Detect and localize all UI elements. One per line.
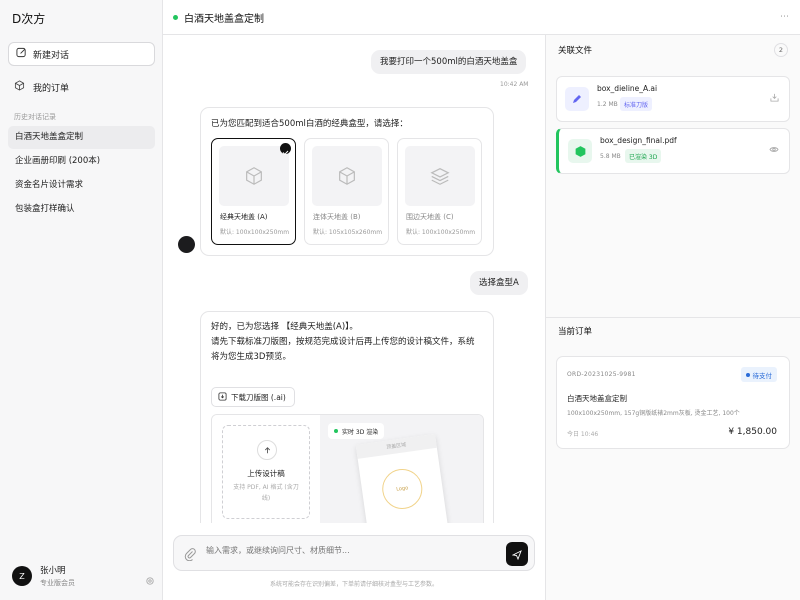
bot-message-text: 已为您匹配到适合500ml白酒的经典盒型，请选择： bbox=[211, 119, 408, 129]
user-profile[interactable]: Z 张小明 专业版会员 bbox=[12, 565, 155, 587]
sidebar: D次方 新建对话 我的订单 历史对话记录 白酒天地盖盒定制 企业画册印刷 (20… bbox=[0, 0, 163, 600]
order-price: ¥ 1,850.00 bbox=[728, 427, 777, 437]
upload-subtitle: 支持 PDF, AI 格式 (含刀线) bbox=[233, 484, 299, 502]
box-option-name: 连体天地盖 (B) bbox=[313, 213, 361, 221]
box-option-image bbox=[405, 146, 475, 206]
input-hint: 系统可能会存在识别偏差，下单前请仔细核对盒型与工艺参数。 bbox=[269, 581, 438, 588]
order-number: ORD-20231025-9981 bbox=[567, 371, 636, 378]
box-icon bbox=[14, 80, 25, 94]
order-card[interactable]: ORD-20231025-9981 待支付 白酒天地盖盒定制 100x100x2… bbox=[556, 356, 790, 449]
status-label: 待支付 bbox=[752, 371, 773, 380]
my-orders-link[interactable]: 我的订单 bbox=[14, 80, 69, 94]
brand-logo[interactable]: D次方 bbox=[12, 10, 45, 27]
box-3d-model: 顶盖区域 Logo bbox=[355, 433, 449, 523]
order-time: 今日 10:46 bbox=[567, 431, 599, 438]
file-size: 5.8 MB bbox=[600, 153, 621, 160]
more-icon[interactable]: ⋯ bbox=[780, 12, 790, 22]
bot-message: 好的，已为您选择 【经典天地盖(A)】。 请先下载标准刀版图，按规范完成设计后再… bbox=[200, 311, 494, 523]
chat-input[interactable] bbox=[206, 546, 496, 555]
file-name: box_design_final.pdf bbox=[600, 136, 677, 145]
box-option-dims: 默认: 100x100x250mm bbox=[406, 229, 476, 236]
cube-icon bbox=[246, 167, 262, 185]
paperclip-icon[interactable] bbox=[184, 546, 196, 565]
history-title: 历史对话记录 bbox=[14, 113, 56, 121]
file-tag: 已渲染 3D bbox=[625, 149, 662, 163]
chat-input-bar bbox=[173, 535, 535, 571]
download-label: 下载刀版图 (.ai) bbox=[231, 392, 286, 402]
page-title: 白酒天地盖盒定制 bbox=[184, 13, 264, 25]
download-icon bbox=[218, 391, 227, 403]
design-workspace: 上传设计稿 支持 PDF, AI 格式 (含刀线) 实时 3D 渲染 顶盖区域 … bbox=[211, 414, 484, 523]
3d-preview[interactable]: 实时 3D 渲染 顶盖区域 Logo bbox=[320, 415, 483, 523]
user-role: 专业版会员 bbox=[40, 579, 75, 587]
status-badge: 待支付 bbox=[740, 367, 777, 382]
order-product: 白酒天地盖盒定制 bbox=[567, 394, 627, 403]
chat-header: 白酒天地盖盒定制 ⋯ bbox=[163, 0, 800, 35]
history-item[interactable]: 白酒天地盖盒定制 bbox=[8, 126, 155, 149]
box-option-image bbox=[219, 146, 289, 206]
file-size: 1.2 MB bbox=[597, 101, 618, 108]
user-name: 张小明 bbox=[40, 566, 66, 576]
upload-title: 上传设计稿 bbox=[247, 469, 285, 478]
app-root: D次方 新建对话 我的订单 历史对话记录 白酒天地盖盒定制 企业画册印刷 (20… bbox=[0, 0, 800, 600]
box-option-dims: 默认: 100x100x250mm bbox=[220, 229, 290, 236]
right-panel: 关联文件 2 box_dieline_A.ai 1.2 MB 标准刀版 box_… bbox=[545, 35, 800, 600]
render-badge: 实时 3D 渲染 bbox=[328, 423, 385, 439]
download-icon[interactable] bbox=[770, 87, 779, 106]
box-logo: Logo bbox=[379, 466, 425, 512]
bot-avatar-icon bbox=[178, 236, 195, 253]
render-badge-label: 实时 3D 渲染 bbox=[342, 428, 379, 436]
status-dot bbox=[334, 429, 338, 433]
upload-icon bbox=[257, 440, 277, 460]
file-tag: 标准刀版 bbox=[620, 97, 653, 111]
history-list: 白酒天地盖盒定制 企业画册印刷 (200本) 资金名片设计需求 包装盒打样确认 bbox=[8, 126, 155, 222]
send-button[interactable] bbox=[506, 542, 528, 566]
chat-area: 我要打印一个500ml的白酒天地盖盒 10:42 AM 已为您匹配到适合500m… bbox=[163, 35, 545, 523]
files-count-badge: 2 bbox=[774, 43, 788, 57]
bot-message-text: 好的，已为您选择 【经典天地盖(A)】。 请先下载标准刀版图，按规范完成设计后再… bbox=[211, 320, 489, 365]
pen-icon bbox=[565, 87, 589, 111]
upload-panel: 上传设计稿 支持 PDF, AI 格式 (含刀线) bbox=[212, 415, 320, 523]
order-title: 当前订单 bbox=[558, 327, 593, 337]
layers-icon bbox=[430, 168, 450, 185]
avatar: Z bbox=[12, 566, 32, 586]
box-option-name: 经典天地盖 (A) bbox=[220, 213, 268, 221]
file-item[interactable]: box_dieline_A.ai 1.2 MB 标准刀版 bbox=[556, 76, 790, 122]
gear-icon[interactable] bbox=[145, 571, 155, 585]
files-title: 关联文件 bbox=[558, 46, 593, 56]
bot-line: 将为您生成3D预览。 bbox=[211, 352, 291, 362]
history-item[interactable]: 企业画册印刷 (200本) bbox=[8, 150, 155, 173]
divider bbox=[546, 317, 800, 318]
box-option-c[interactable]: 围边天地盖 (C) 默认: 100x100x250mm bbox=[397, 138, 482, 245]
box-option-dims: 默认: 105x105x260mm bbox=[313, 229, 383, 236]
status-dot bbox=[173, 14, 178, 20]
message-time: 10:42 AM bbox=[500, 81, 529, 88]
status-dot bbox=[745, 372, 750, 377]
order-description: 100x100x250mm, 157g铜版纸裱2mm灰板, 烫金工艺, 100个 bbox=[567, 410, 740, 417]
eye-icon[interactable] bbox=[769, 139, 779, 158]
bot-message: 已为您匹配到适合500ml白酒的经典盒型，请选择： 经典天地盖 (A) 默认: … bbox=[200, 107, 494, 256]
file-item[interactable]: box_design_final.pdf 5.8 MB 已渲染 3D bbox=[556, 128, 790, 174]
box-option-b[interactable]: 连体天地盖 (B) 默认: 105x105x260mm bbox=[304, 138, 389, 245]
file-name: box_dieline_A.ai bbox=[597, 84, 658, 93]
history-item[interactable]: 包装盒打样确认 bbox=[8, 198, 155, 221]
check-icon bbox=[280, 143, 291, 156]
edit-icon bbox=[16, 47, 27, 61]
bot-line: 好的，已为您选择 【经典天地盖(A)】。 bbox=[211, 322, 358, 332]
bot-line: 请先下载标准刀版图，按规范完成设计后再上传您的设计稿文件，系统 bbox=[211, 337, 475, 347]
send-icon bbox=[511, 545, 522, 564]
download-dieline-button[interactable]: 下载刀版图 (.ai) bbox=[211, 387, 295, 407]
box-option-name: 围边天地盖 (C) bbox=[406, 213, 454, 221]
upload-dropzone[interactable]: 上传设计稿 支持 PDF, AI 格式 (含刀线) bbox=[222, 425, 310, 519]
new-chat-button[interactable]: 新建对话 bbox=[8, 42, 155, 66]
box-option-a[interactable]: 经典天地盖 (A) 默认: 100x100x250mm bbox=[211, 138, 296, 245]
cube-icon bbox=[339, 167, 355, 185]
cube-icon bbox=[568, 139, 592, 163]
user-message: 选择盒型A bbox=[470, 271, 528, 295]
new-chat-label: 新建对话 bbox=[33, 50, 70, 61]
user-message: 我要打印一个500ml的白酒天地盖盒 bbox=[371, 50, 527, 74]
history-item[interactable]: 资金名片设计需求 bbox=[8, 174, 155, 197]
box-option-image bbox=[312, 146, 382, 206]
my-orders-label: 我的订单 bbox=[33, 83, 70, 94]
